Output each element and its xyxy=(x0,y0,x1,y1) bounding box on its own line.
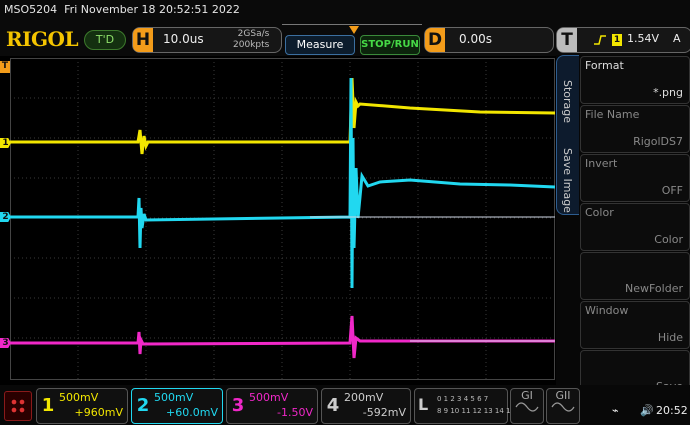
sample-rate: 2GSa/s xyxy=(237,29,270,39)
menu-file-name-title: File Name xyxy=(585,108,640,121)
trigger-label: T xyxy=(557,28,577,52)
channel-4-box[interactable]: 4 200mV -592mV xyxy=(321,388,411,424)
menu-format-value: *.png xyxy=(653,86,683,99)
stop-run-button[interactable]: STOP/RUN xyxy=(360,35,420,55)
delay-label: D xyxy=(425,28,445,52)
generator-2-label: GII xyxy=(555,389,571,402)
trigger-box[interactable]: T 1 1.54V A xyxy=(556,27,690,53)
ch2-offset: +60.0mV xyxy=(166,406,218,419)
delay-box[interactable]: D 0.00s xyxy=(424,27,554,53)
tab-storage-label: Storage xyxy=(561,80,574,124)
ch1-offset: +960mV xyxy=(74,406,123,419)
menu-color-value: Color xyxy=(654,233,683,246)
channel-2-box[interactable]: 2 500mV +60.0mV xyxy=(131,388,223,424)
ch3-number: 3 xyxy=(231,395,245,416)
speaker-icon[interactable]: 🔊 xyxy=(640,404,654,417)
sine-wave-icon xyxy=(515,402,539,412)
ch1-number: 1 xyxy=(41,395,55,416)
trigger-source: 1 xyxy=(612,34,622,46)
menu-window-title: Window xyxy=(585,304,629,317)
ch3-scale: 500mV xyxy=(249,391,289,404)
menu-new-folder-value: NewFolder xyxy=(625,282,683,295)
ch2-number: 2 xyxy=(136,395,150,416)
menu-file-name[interactable]: File Name RigolDS7 xyxy=(580,105,690,153)
menu-color-title: Color xyxy=(585,206,614,219)
trigger-coupling: A xyxy=(673,32,681,45)
model-name: MSO5204 xyxy=(4,3,58,16)
menu-color[interactable]: Color Color xyxy=(580,203,690,251)
menu-window-value: Hide xyxy=(657,331,683,344)
logic-analyzer-box[interactable]: L 0 1 2 3 4 5 6 7 8 9 10 11 12 13 14 15 xyxy=(414,388,515,424)
menu-invert[interactable]: Invert OFF xyxy=(580,154,690,202)
main-menu-button[interactable] xyxy=(4,391,32,421)
rigol-logo: RIGOL xyxy=(6,27,79,51)
channel-1-box[interactable]: 1 500mV +960mV xyxy=(36,388,128,424)
menu-invert-title: Invert xyxy=(585,157,618,170)
menu-format-title: Format xyxy=(585,59,624,72)
trigger-marker-icon: T xyxy=(0,61,10,73)
sine-wave-icon xyxy=(551,402,575,412)
trigger-level: 1.54V xyxy=(627,32,660,45)
ch4-number: 4 xyxy=(326,395,340,416)
menu-format[interactable]: Format *.png xyxy=(580,56,690,104)
tab-save-image-label: Save Image xyxy=(561,148,574,213)
logic-digits-row2: 8 9 10 11 12 13 14 15 xyxy=(437,407,515,415)
storage-tab[interactable]: Storage Save Image xyxy=(556,55,579,215)
horizontal-timebase-box[interactable]: H 10.0us 2GSa/s 200kpts xyxy=(132,27,282,53)
menu-window[interactable]: Window Hide xyxy=(580,301,690,349)
status-line: MSO5204 Fri November 18 20:52:51 2022 xyxy=(4,3,240,16)
menu-invert-value: OFF xyxy=(661,184,683,197)
trigger-status-badge: T'D xyxy=(84,30,126,50)
ch4-offset: -592mV xyxy=(362,406,406,419)
generator-2-button[interactable]: GII xyxy=(546,388,580,424)
memory-depth: 200kpts xyxy=(233,40,270,50)
grid-menu-icon xyxy=(10,398,26,414)
ch4-scale: 200mV xyxy=(344,391,384,404)
ch1-trace xyxy=(10,77,555,155)
usb-icon: ⌁ xyxy=(612,404,619,417)
datetime: Fri November 18 20:52:51 2022 xyxy=(64,3,240,16)
waveform-display[interactable] xyxy=(10,58,555,380)
generator-1-button[interactable]: GI xyxy=(510,388,544,424)
logic-digits-row1: 0 1 2 3 4 5 6 7 xyxy=(437,395,489,403)
generator-1-label: GI xyxy=(521,389,533,402)
channel-3-box[interactable]: 3 500mV -1.50V xyxy=(226,388,318,424)
ch1-scale: 500mV xyxy=(59,391,99,404)
ch3-offset: -1.50V xyxy=(277,406,313,419)
edge-icon xyxy=(594,35,606,45)
measure-button[interactable]: Measure xyxy=(285,35,355,55)
menu-new-folder[interactable]: NewFolder xyxy=(580,252,690,300)
horizontal-label: H xyxy=(133,28,153,52)
sample-rate-info: 2GSa/s 200kpts xyxy=(233,29,269,51)
menu-file-name-value: RigolDS7 xyxy=(633,135,683,148)
timebase-value: 10.0us xyxy=(163,32,204,46)
clock: 20:52 xyxy=(656,404,688,417)
delay-value: 0.00s xyxy=(459,32,492,46)
ch2-scale: 500mV xyxy=(154,391,194,404)
logic-label: L xyxy=(418,395,429,414)
